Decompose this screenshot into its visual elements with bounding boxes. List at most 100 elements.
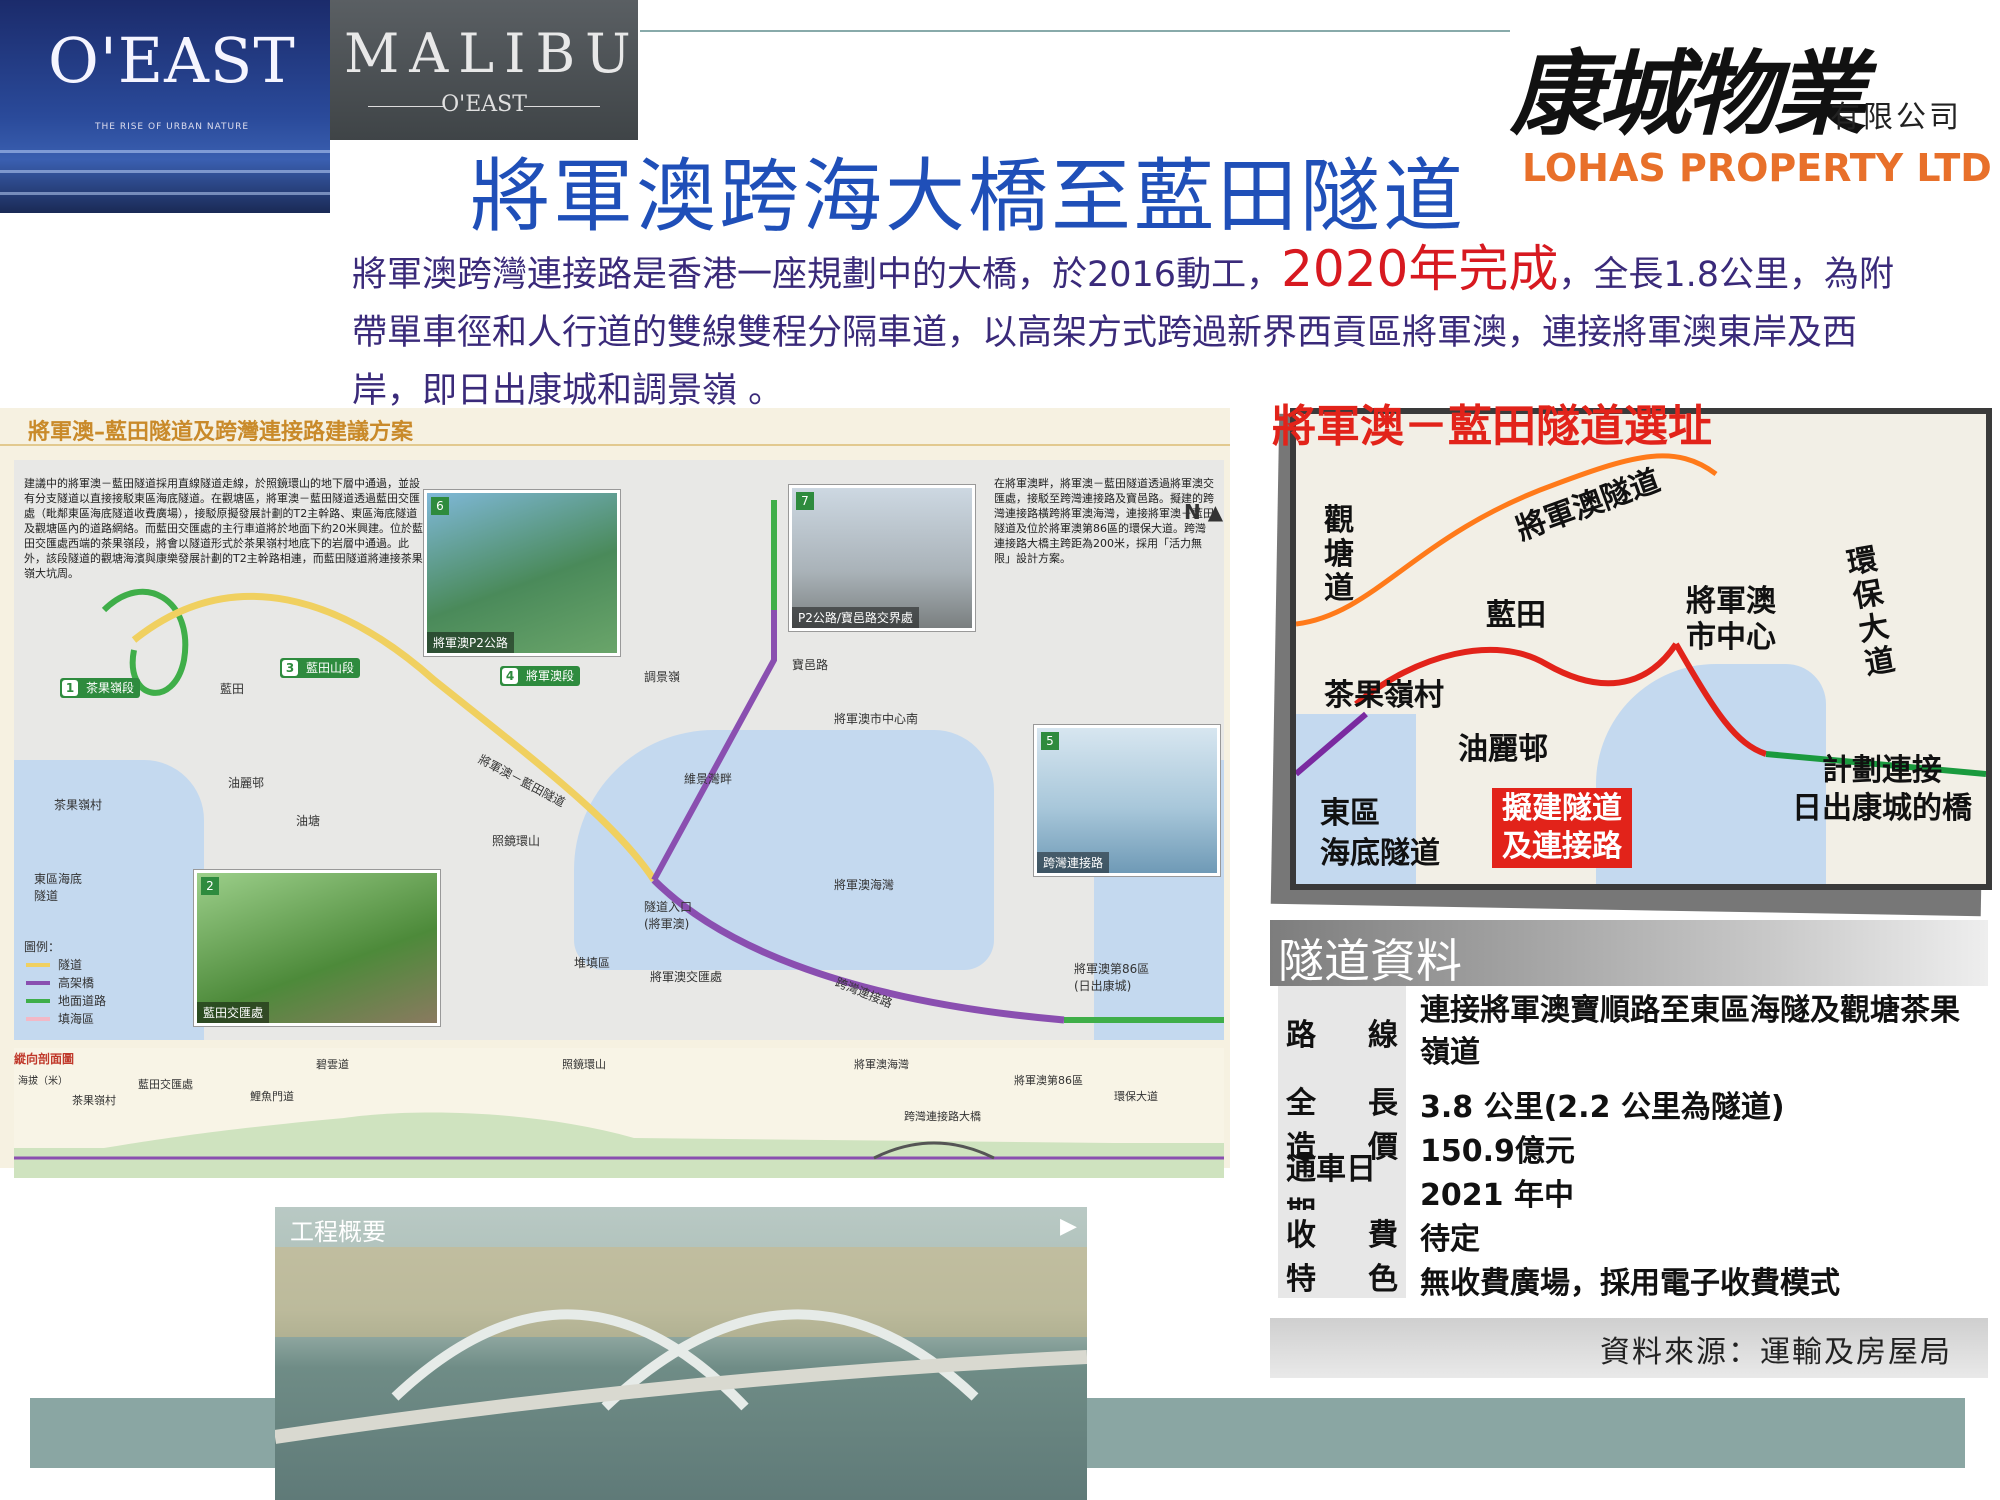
info-key-text: 色 <box>1368 1262 1398 1297</box>
place-label: 隧道入口 (將軍澳) <box>644 900 693 931</box>
place-label: 油麗邨 <box>228 776 265 790</box>
info-key: 特色 <box>1278 1254 1406 1298</box>
photo-number: 6 <box>431 497 449 515</box>
info-value: 150.9億元 <box>1420 1134 1575 1169</box>
city-skyline <box>275 1247 1087 1337</box>
lohas-logo-script: 康城物業 <box>1510 40 1866 148</box>
section-label: 將軍澳段 <box>526 669 575 683</box>
place-label: 調景嶺 <box>644 670 681 684</box>
map-label: 計劃連接 日出康城的橋 <box>1792 753 1972 826</box>
info-row: 全長 3.8 公里(2.2 公里為隧道) <box>1270 1078 1988 1125</box>
profile-label: 環保大道 <box>1114 1090 1158 1103</box>
video-title: 工程概要 <box>290 1218 386 1246</box>
bridge-illustration-svg <box>275 1247 1087 1444</box>
info-row: 路線 連接將軍澳寶順路至東區海隧及觀塘茶果嶺道 <box>1270 986 1988 1078</box>
page-title: 將軍澳跨海大橋至藍田隧道 <box>470 150 1466 243</box>
section-tag: 1 茶果嶺段 <box>60 678 141 698</box>
malibu-logo-text: MALIBU <box>344 22 641 85</box>
info-value: 3.8 公里(2.2 公里為隧道) <box>1420 1090 1785 1125</box>
map-label: 觀塘道 <box>1324 503 1354 606</box>
info-source: 資料來源：運輸及房屋局 <box>1600 1335 1952 1370</box>
place-label: 東區海底隧道 <box>34 872 83 903</box>
photo-lam-tin-interchange: 2 藍田交匯處 <box>194 870 440 1026</box>
legend-title: 圖例： <box>24 940 61 954</box>
bridge-video-thumbnail[interactable] <box>275 1207 1087 1500</box>
place-label: 維景灣畔 <box>684 772 733 786</box>
section-number: 3 <box>282 660 298 676</box>
info-key: 收費 <box>1278 1210 1406 1254</box>
section-tag: 3 藍田山段 <box>280 658 361 678</box>
info-row: 通車日期 2021 年中 <box>1270 1152 1988 1231</box>
section-tag: 4 將軍澳段 <box>500 666 581 686</box>
plan-description-left: 建議中的將軍澳－藍田隧道採用直線隧道走線，於照鏡環山的地下層中通過，並設有分支隧… <box>24 477 423 580</box>
place-label: 茶果嶺村 <box>54 798 103 812</box>
plan-map: 建議中的將軍澳－藍田隧道採用直線隧道走線，於照鏡環山的地下層中通過，並設有分支隧… <box>14 460 1224 1040</box>
oeast-tagline: THE RISE OF URBAN NATURE <box>95 122 250 132</box>
info-key-text: 路 <box>1286 1018 1316 1053</box>
info-key-text: 特 <box>1286 1262 1316 1297</box>
oeast-logo: O'EAST THE RISE OF URBAN NATURE <box>0 0 330 213</box>
section-label: 藍田山段 <box>306 661 355 675</box>
intro-text-1: 將軍澳跨灣連接路是香港一座規劃中的大橋，於2016動工， <box>352 255 1282 295</box>
tunnel-info-title: 隧道資料 <box>1278 934 1462 988</box>
photo-p2-road: 6 將軍澳P2公路 <box>424 490 620 656</box>
proposed-route-label: 擬建隧道 及連接路 <box>1492 788 1632 868</box>
info-row: 收費 待定 <box>1270 1210 1988 1257</box>
photo-number: 5 <box>1041 732 1059 750</box>
terrain-fill <box>14 1112 1224 1178</box>
profile-label: 將軍澳第86區 <box>1014 1074 1083 1087</box>
place-label: 將軍澳交匯處 <box>650 970 723 984</box>
legend-item: 高架橋 <box>26 974 94 991</box>
photo-caption: 跨灣連接路 <box>1037 852 1110 873</box>
info-key: 路線 <box>1278 986 1406 1078</box>
profile-svg <box>14 1112 1224 1178</box>
profile-label: 跨灣連接路大橋 <box>904 1110 981 1123</box>
photo-caption: P2公路/寶邑路交界處 <box>792 607 919 628</box>
proposed-link <box>1673 642 1768 757</box>
info-value: 連接將軍澳寶順路至東區海隧及觀塘茶果嶺道 <box>1420 993 1960 1070</box>
plan-description-right: 在將軍澳畔，將軍澳－藍田隧道透過將軍澳交匯處，接駁至跨灣連接路及寶邑路。擬建的跨… <box>994 477 1214 565</box>
info-key-text: 收 <box>1286 1218 1316 1253</box>
place-label: 堆填區 <box>574 956 611 970</box>
section-label: 茶果嶺段 <box>86 681 135 695</box>
place-label: 將軍澳市中心南 <box>834 712 919 726</box>
plan-title: 將軍澳–藍田隧道及跨灣連接路建議方案 <box>28 420 414 445</box>
viaduct-north <box>651 610 777 882</box>
map-label: 東區 海底隧道 <box>1320 796 1440 871</box>
map-label: 茶果嶺村 <box>1324 678 1444 713</box>
photo-caption: 藍田交匯處 <box>197 1002 270 1023</box>
profile-label: 將軍澳海灣 <box>854 1058 909 1071</box>
lohas-logo-english: LOHAS PROPERTY LTD <box>1522 146 1992 190</box>
info-key: 通車日期 <box>1278 1152 1406 1231</box>
photo-p2-junction: 7 P2公路/寶邑路交界處 <box>789 485 975 631</box>
place-label: 將軍澳海灣 <box>834 878 895 892</box>
info-key-text: 長 <box>1368 1086 1398 1121</box>
info-key-text: 全 <box>1286 1086 1316 1121</box>
map-label: 油麗邨 <box>1458 732 1548 767</box>
photo-number: 7 <box>796 492 814 510</box>
longitudinal-profile: 縱向剖面圖 海拔（米） 茶果嶺村 藍田交匯處 鯉魚門道 碧雲道 照鏡環山 將軍澳… <box>14 1048 1224 1178</box>
photo-caption: 將軍澳P2公路 <box>427 632 514 653</box>
info-key: 全長 <box>1278 1078 1406 1122</box>
malibu-logo: MALIBU O'EAST <box>330 0 638 140</box>
play-icon[interactable]: ▶ <box>1060 1214 1077 1239</box>
lohas-logo-suffix: 有限公司 <box>1830 100 1962 135</box>
section-number: 4 <box>502 668 518 684</box>
photo-cross-bay-link: 5 跨灣連接路 <box>1034 725 1220 876</box>
profile-label: 鯉魚門道 <box>250 1090 294 1103</box>
site-map: 將軍澳隧道 觀塘道 藍田 將軍澳 市中心 環保大道 茶果嶺村 油麗邨 東區 海底… <box>1290 408 1992 890</box>
place-label: 寶邑路 <box>792 658 829 672</box>
photo-number: 2 <box>201 877 219 895</box>
oeast-logo-text: O'EAST <box>48 24 296 97</box>
site-map-title: 將軍澳－藍田隧道選址 <box>1272 401 1712 452</box>
place-label: 藍田 <box>220 682 245 696</box>
map-label: 將軍澳 市中心 <box>1686 584 1776 655</box>
place-label: 油塘 <box>296 814 321 828</box>
plan-title-rule <box>0 444 1230 446</box>
place-label: 將軍澳第86區 (日出康城) <box>1074 962 1150 993</box>
intro-highlight: 2020年完成 <box>1281 240 1559 298</box>
north-arrow-icon: N ▲ <box>1184 500 1224 524</box>
info-key-text: 費 <box>1368 1218 1398 1253</box>
profile-label: 海拔（米） <box>18 1076 68 1087</box>
map-label: 藍田 <box>1486 598 1546 633</box>
